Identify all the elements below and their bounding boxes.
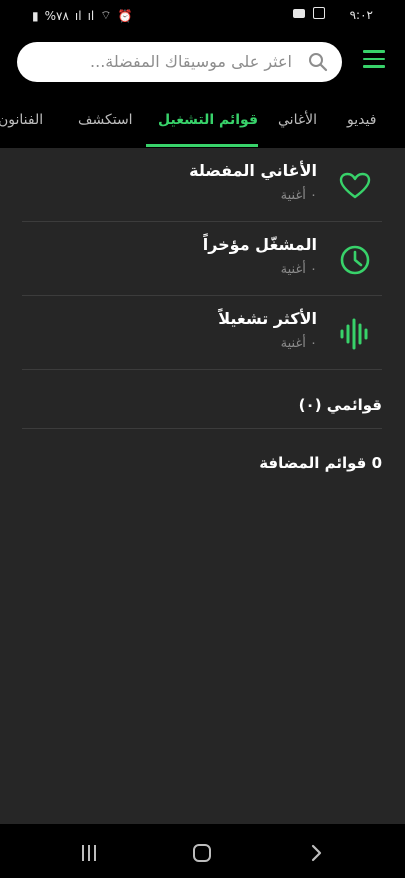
list-item-subtitle: ٠ أغنية — [280, 188, 317, 203]
active-tab-indicator — [146, 144, 258, 147]
tab-artists[interactable]: الفنانون — [0, 112, 43, 128]
tab-bar: الفنانون استكشف قوائم التشغيل الأغاني في… — [0, 92, 405, 148]
menu-icon[interactable] — [363, 50, 385, 72]
playlist-content: الأغاني المفضلة ٠ أغنية المشغّل مؤخراً ٠… — [0, 148, 405, 824]
list-item-subtitle: ٠ أغنية — [280, 336, 317, 351]
system-nav-bar — [0, 824, 405, 878]
search-icon — [309, 53, 328, 72]
status-icons-right — [293, 7, 325, 19]
clock-time: ٩:٠٢ — [349, 8, 373, 22]
tab-playlists[interactable]: قوائم التشغيل — [158, 112, 258, 128]
signal-icon-2: ıl — [87, 8, 95, 23]
list-item-title: الأكثر تشغيلاً — [218, 309, 317, 328]
search-input[interactable]: اعثر على موسيقاك المفضلة... — [17, 42, 342, 82]
list-item-subtitle: ٠ أغنية — [280, 262, 317, 277]
list-item-most-played[interactable]: الأكثر تشغيلاً ٠ أغنية — [22, 296, 382, 370]
recent-apps-icon[interactable] — [78, 842, 100, 864]
home-icon[interactable] — [191, 842, 213, 864]
alarm-icon: ⏰ — [117, 8, 133, 23]
status-icons-left: ▮ %٧٨ ıl ıl ⌔ ⏰ — [32, 8, 132, 23]
tab-video[interactable]: فيديو — [347, 112, 376, 128]
list-item-favorites[interactable]: الأغاني المفضلة ٠ أغنية — [22, 148, 382, 222]
tab-explore[interactable]: استكشف — [78, 112, 133, 128]
heart-icon — [339, 172, 371, 199]
wifi-icon: ⌔ — [100, 8, 112, 22]
signal-icon: ıl — [74, 8, 82, 23]
my-playlists-heading[interactable]: قوائمي (٠) — [299, 396, 382, 414]
battery-icon: ▮ — [32, 8, 39, 23]
divider — [22, 428, 382, 429]
status-bar: ▮ %٧٨ ıl ıl ⌔ ⏰ ٩:٠٢ — [0, 0, 405, 34]
list-item-title: المشغّل مؤخراً — [202, 235, 317, 254]
check-icon — [313, 7, 325, 19]
clock-icon — [340, 245, 370, 275]
battery-level: %٧٨ — [44, 8, 69, 23]
list-item-recent[interactable]: المشغّل مؤخراً ٠ أغنية — [22, 222, 382, 296]
search-placeholder: اعثر على موسيقاك المفضلة... — [90, 52, 292, 71]
video-icon — [293, 8, 305, 18]
sound-wave-icon — [340, 318, 368, 350]
header: اعثر على موسيقاك المفضلة... — [0, 34, 405, 92]
added-playlists-heading[interactable]: 0 قوائم المضافة — [259, 454, 382, 472]
back-icon[interactable] — [305, 842, 327, 864]
divider — [22, 369, 382, 370]
tab-songs[interactable]: الأغاني — [278, 112, 317, 128]
list-item-title: الأغاني المفضلة — [189, 161, 317, 180]
